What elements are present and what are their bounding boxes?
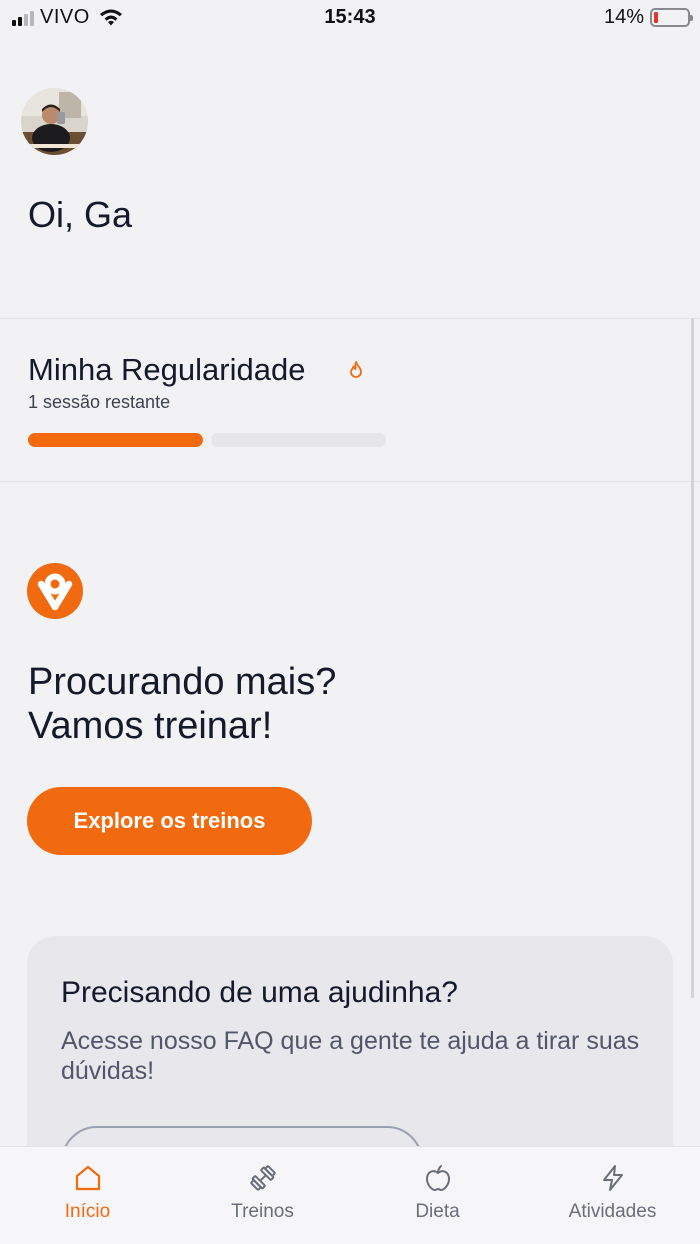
- avatar[interactable]: [21, 88, 88, 155]
- scroll-indicator: [691, 318, 694, 998]
- tab-label: Treinos: [231, 1201, 294, 1222]
- tab-dieta[interactable]: Dieta: [350, 1147, 525, 1244]
- battery-icon: [650, 8, 693, 27]
- tab-bar: Início Treinos Dieta Atividades: [0, 1146, 700, 1244]
- regularity-subtitle: 1 sessão restante: [28, 392, 171, 412]
- tab-label: Início: [64, 1201, 111, 1222]
- lightning-icon: [602, 1165, 623, 1191]
- progress-segment: [28, 433, 203, 447]
- brand-logo: [27, 563, 83, 619]
- battery-level: [654, 12, 658, 23]
- clock: 15:43: [324, 6, 376, 28]
- apple-icon: [425, 1165, 450, 1191]
- regularity-progress: [28, 433, 386, 447]
- divider: [0, 318, 700, 319]
- tab-label: Dieta: [415, 1201, 460, 1222]
- tab-label: Atividades: [568, 1201, 657, 1222]
- flame-icon: [350, 361, 362, 378]
- promo-title: Procurando mais? Vamos treinar!: [28, 660, 336, 748]
- help-title: Precisando de uma ajudinha?: [61, 976, 458, 1009]
- tab-atividades[interactable]: Atividades: [525, 1147, 700, 1244]
- status-bar: VIVO 15:43 14%: [0, 0, 700, 36]
- tab-treinos[interactable]: Treinos: [175, 1147, 350, 1244]
- regularity-title: Minha Regularidade: [28, 352, 306, 387]
- home-icon: [75, 1165, 100, 1191]
- progress-segment: [211, 433, 386, 447]
- promo-title-line2: Vamos treinar!: [28, 705, 273, 747]
- battery-percent: 14%: [603, 6, 644, 28]
- tab-inicio[interactable]: Início: [0, 1147, 175, 1244]
- explore-workouts-button[interactable]: Explore os treinos: [27, 787, 312, 855]
- home-screen: VIVO 15:43 14% Oi, Ga Minha Regularidade…: [0, 0, 700, 1244]
- greeting: Oi, Ga: [28, 194, 133, 235]
- dumbbell-icon: [249, 1165, 276, 1191]
- battery-area: 14%: [603, 6, 693, 29]
- divider: [0, 481, 700, 482]
- help-text: Acesse nosso FAQ que a gente te ajuda a …: [61, 1027, 640, 1085]
- promo-title-line1: Procurando mais?: [28, 661, 337, 703]
